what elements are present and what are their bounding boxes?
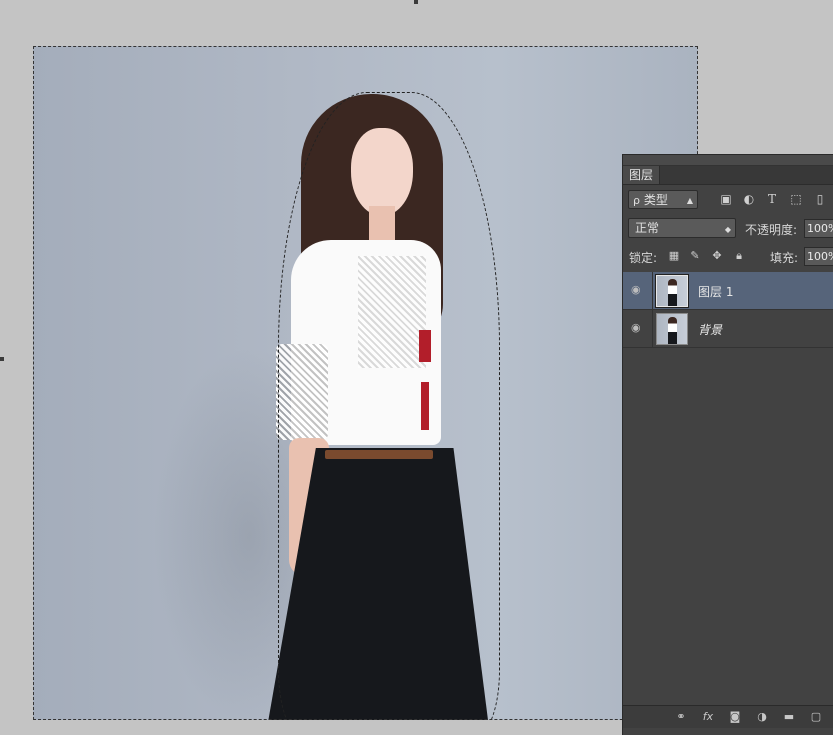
tab-layers[interactable]: 图层 (623, 166, 661, 184)
lock-row: 锁定: ▦ ✎ ✥ 🔒︎ 填充: 100% (623, 244, 833, 268)
new-layer-icon[interactable]: ▢ (809, 710, 823, 724)
type-filter-icon[interactable]: T (765, 192, 779, 206)
layers-panel: 图层 ρ 类型 ▲ ▣ ◐ T ⬚ ▯ 正常 ◆ 不透明度: 100% 锁定: … (622, 154, 833, 735)
fx-icon[interactable]: fx (701, 710, 715, 724)
smart-object-filter-icon[interactable]: ▯ (813, 192, 827, 206)
lock-image-pixels-icon[interactable]: ✎ (688, 249, 702, 263)
filter-kind-value: 类型 (643, 193, 668, 207)
panel-footer: ⚭ fx ◙ ◑ ▬ ▢ (623, 705, 833, 728)
panel-title-bar[interactable] (623, 155, 833, 166)
layer-row[interactable]: ◉ 图层 1 (623, 272, 833, 310)
blend-row: 正常 ◆ 不透明度: 100% (623, 217, 833, 241)
layer-row[interactable]: ◉ 背景 (623, 310, 833, 348)
shape-filter-icon[interactable]: ⬚ (789, 192, 803, 206)
mask-icon[interactable]: ◙ (728, 710, 742, 724)
selection-outline (278, 92, 500, 720)
lock-position-icon[interactable]: ✥ (710, 249, 724, 263)
search-icon: ρ (633, 194, 640, 207)
layer-thumbnail[interactable] (656, 313, 688, 345)
opacity-input[interactable]: 100% (804, 219, 833, 238)
layer-thumbnail[interactable] (655, 274, 689, 308)
filter-kind-select[interactable]: ρ 类型 ▲ (628, 190, 698, 209)
chevron-updown-icon: ▲ (686, 196, 693, 205)
link-icon[interactable]: ⚭ (674, 710, 688, 724)
panel-tab-row: 图层 (623, 166, 833, 185)
opacity-label: 不透明度: (745, 223, 798, 237)
eye-icon[interactable]: ◉ (631, 284, 645, 295)
transform-handle-left[interactable] (0, 357, 4, 361)
adjustment-filter-icon[interactable]: ◐ (742, 192, 756, 206)
transform-handle-top[interactable] (414, 0, 418, 4)
lock-all-icon[interactable]: 🔒︎ (732, 249, 746, 263)
document-canvas[interactable] (33, 46, 698, 720)
divider (652, 310, 653, 348)
eye-icon[interactable]: ◉ (631, 322, 645, 333)
lock-label: 锁定: (629, 251, 658, 265)
blend-mode-select[interactable]: 正常 ◆ (628, 218, 736, 238)
layer-filter-row: ρ 类型 ▲ ▣ ◐ T ⬚ ▯ (623, 188, 833, 212)
folder-icon[interactable]: ▬ (782, 710, 796, 724)
blend-mode-value: 正常 (635, 221, 660, 235)
fill-input[interactable]: 100% (804, 247, 833, 266)
divider (652, 272, 653, 310)
layer-name[interactable]: 背景 (698, 321, 722, 338)
chevron-updown-icon: ◆ (724, 225, 731, 234)
adjustment-icon[interactable]: ◑ (755, 710, 769, 724)
fill-label: 填充: (770, 251, 799, 265)
image-filter-icon[interactable]: ▣ (719, 192, 733, 206)
layer-name[interactable]: 图层 1 (698, 283, 733, 300)
lock-transparent-pixels-icon[interactable]: ▦ (667, 249, 681, 263)
